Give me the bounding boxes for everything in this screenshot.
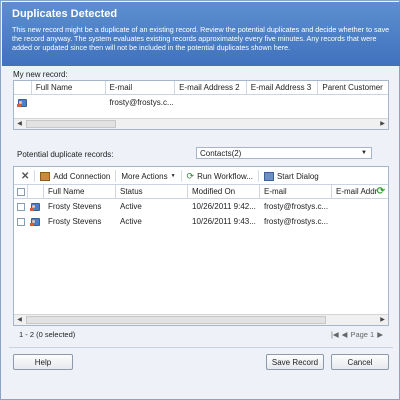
row-modified-on: 10/26/2011 9:43...	[192, 217, 256, 226]
cancel-button[interactable]: Cancel	[331, 354, 389, 370]
new-record-email-2	[175, 95, 247, 110]
start-dialog-button[interactable]: Start Dialog	[259, 170, 324, 182]
view-select-value: Contacts(2)	[200, 148, 242, 158]
new-record-header: Full Name E-mail E-mail Address 2 E-mail…	[14, 81, 388, 95]
grid-footer: 1 - 2 (0 selected) |◀ ◀ Page 1 ▶	[13, 327, 389, 341]
select-all-cell	[14, 185, 28, 198]
duplicates-header: Full Name Status Modified On E-mail E-ma…	[14, 185, 388, 199]
duplicates-hscrollbar[interactable]: ◀ ▶	[14, 314, 388, 325]
footer-divider	[9, 347, 393, 348]
new-record-email: frosty@frostys.c...	[109, 98, 174, 107]
first-page-icon[interactable]: |◀	[331, 330, 339, 339]
row-email: frosty@frostys.c...	[264, 202, 329, 211]
record-icon-cell	[14, 95, 32, 110]
duplicate-row[interactable]: Frosty Stevens Active 10/26/2011 9:43...…	[14, 214, 388, 229]
column-header-email[interactable]: E-mail	[260, 185, 332, 198]
column-header-full-name[interactable]: Full Name	[44, 185, 116, 198]
new-record-parent	[318, 95, 388, 110]
row-full-name[interactable]: Frosty Stevens	[44, 199, 116, 214]
duplicates-grid: ✕ Add Connection More Actions ▼ ⟳ Run Wo…	[13, 166, 389, 326]
view-select[interactable]: Contacts(2) ▼	[196, 147, 372, 159]
column-header-email-3[interactable]: E-mail Address 3	[247, 81, 319, 94]
duplicates-dialog: Duplicates Detected This new record migh…	[0, 0, 400, 400]
new-record-grid: Full Name E-mail E-mail Address 2 E-mail…	[13, 80, 389, 130]
start-dialog-label: Start Dialog	[276, 171, 319, 181]
new-record-row[interactable]: frosty@frostys.c...	[14, 95, 388, 110]
column-header-email-2[interactable]: E-mail Address 2	[175, 81, 247, 94]
duplicates-label: Potential duplicate records:	[17, 150, 114, 159]
connection-icon	[40, 171, 51, 181]
add-connection-label: Add Connection	[53, 171, 111, 181]
workflow-icon: ⟳	[186, 170, 195, 181]
row-status: Active	[120, 202, 142, 211]
row-checkbox-cell	[14, 199, 28, 214]
run-workflow-button[interactable]: ⟳ Run Workflow...	[182, 170, 259, 182]
row-checkbox[interactable]	[17, 202, 25, 211]
run-workflow-label: Run Workflow...	[197, 171, 253, 181]
dialog-icon	[263, 171, 274, 181]
delete-button[interactable]: ✕	[16, 170, 36, 182]
scroll-right-arrow-icon[interactable]: ▶	[378, 316, 387, 324]
select-all-checkbox[interactable]	[17, 187, 25, 196]
row-email: frosty@frostys.c...	[264, 217, 329, 226]
column-header-parent-customer[interactable]: Parent Customer	[318, 81, 388, 94]
icon-column-header	[14, 81, 32, 94]
row-modified-on: 10/26/2011 9:42...	[192, 202, 256, 211]
refresh-icon[interactable]: ⟳	[376, 186, 385, 197]
record-icon-cell	[28, 214, 44, 229]
new-record-hscrollbar[interactable]: ◀ ▶	[14, 118, 388, 129]
add-connection-button[interactable]: Add Connection	[35, 170, 117, 182]
dialog-message: This new record might be a duplicate of …	[12, 25, 390, 52]
row-checkbox-cell	[14, 214, 28, 229]
cancel-button-label: Cancel	[347, 357, 373, 367]
help-button-label: Help	[34, 357, 52, 367]
record-count: 1 - 2 (0 selected)	[19, 329, 76, 339]
column-header-email-address[interactable]: E-mail Addre	[332, 185, 379, 198]
dialog-title: Duplicates Detected	[12, 8, 118, 20]
contact-record-icon	[30, 217, 40, 226]
row-status: Active	[120, 217, 142, 226]
icon-column-header	[28, 185, 44, 198]
next-page-icon[interactable]: ▶	[377, 330, 383, 339]
chevron-down-icon: ▼	[170, 173, 176, 179]
hscroll-thumb[interactable]	[26, 120, 116, 128]
chevron-down-icon: ▼	[361, 150, 367, 156]
row-full-name[interactable]: Frosty Stevens	[44, 214, 116, 229]
duplicates-table: Full Name Status Modified On E-mail E-ma…	[14, 184, 388, 229]
more-actions-button[interactable]: More Actions ▼	[116, 170, 182, 182]
contact-record-icon	[30, 202, 40, 211]
previous-page-icon[interactable]: ◀	[342, 330, 348, 339]
duplicates-toolbar: ✕ Add Connection More Actions ▼ ⟳ Run Wo…	[16, 168, 324, 184]
column-header-status[interactable]: Status	[116, 185, 188, 198]
page-label: Page 1	[350, 329, 375, 339]
delete-icon: ✕	[21, 170, 30, 182]
duplicate-row[interactable]: Frosty Stevens Active 10/26/2011 9:42...…	[14, 199, 388, 214]
column-header-modified-on[interactable]: Modified On	[188, 185, 260, 198]
scroll-left-arrow-icon[interactable]: ◀	[15, 316, 24, 324]
save-record-button-label: Save Record	[271, 357, 319, 367]
pager: |◀ ◀ Page 1 ▶	[331, 330, 383, 339]
new-record-full-name	[32, 95, 106, 110]
new-record-email-3	[247, 95, 319, 110]
column-header-full-name[interactable]: Full Name	[32, 81, 106, 94]
record-icon-cell	[28, 199, 44, 214]
dialog-header: Duplicates Detected This new record migh…	[2, 2, 400, 66]
scroll-left-arrow-icon[interactable]: ◀	[15, 120, 24, 128]
column-header-email[interactable]: E-mail	[106, 81, 176, 94]
contact-record-icon	[17, 98, 27, 107]
new-record-label: My new record:	[13, 70, 68, 79]
hscroll-thumb[interactable]	[26, 316, 326, 324]
scroll-right-arrow-icon[interactable]: ▶	[378, 120, 387, 128]
more-actions-label: More Actions	[121, 171, 168, 181]
help-button[interactable]: Help	[13, 354, 73, 370]
row-checkbox[interactable]	[17, 217, 25, 226]
save-record-button[interactable]: Save Record	[266, 354, 324, 370]
